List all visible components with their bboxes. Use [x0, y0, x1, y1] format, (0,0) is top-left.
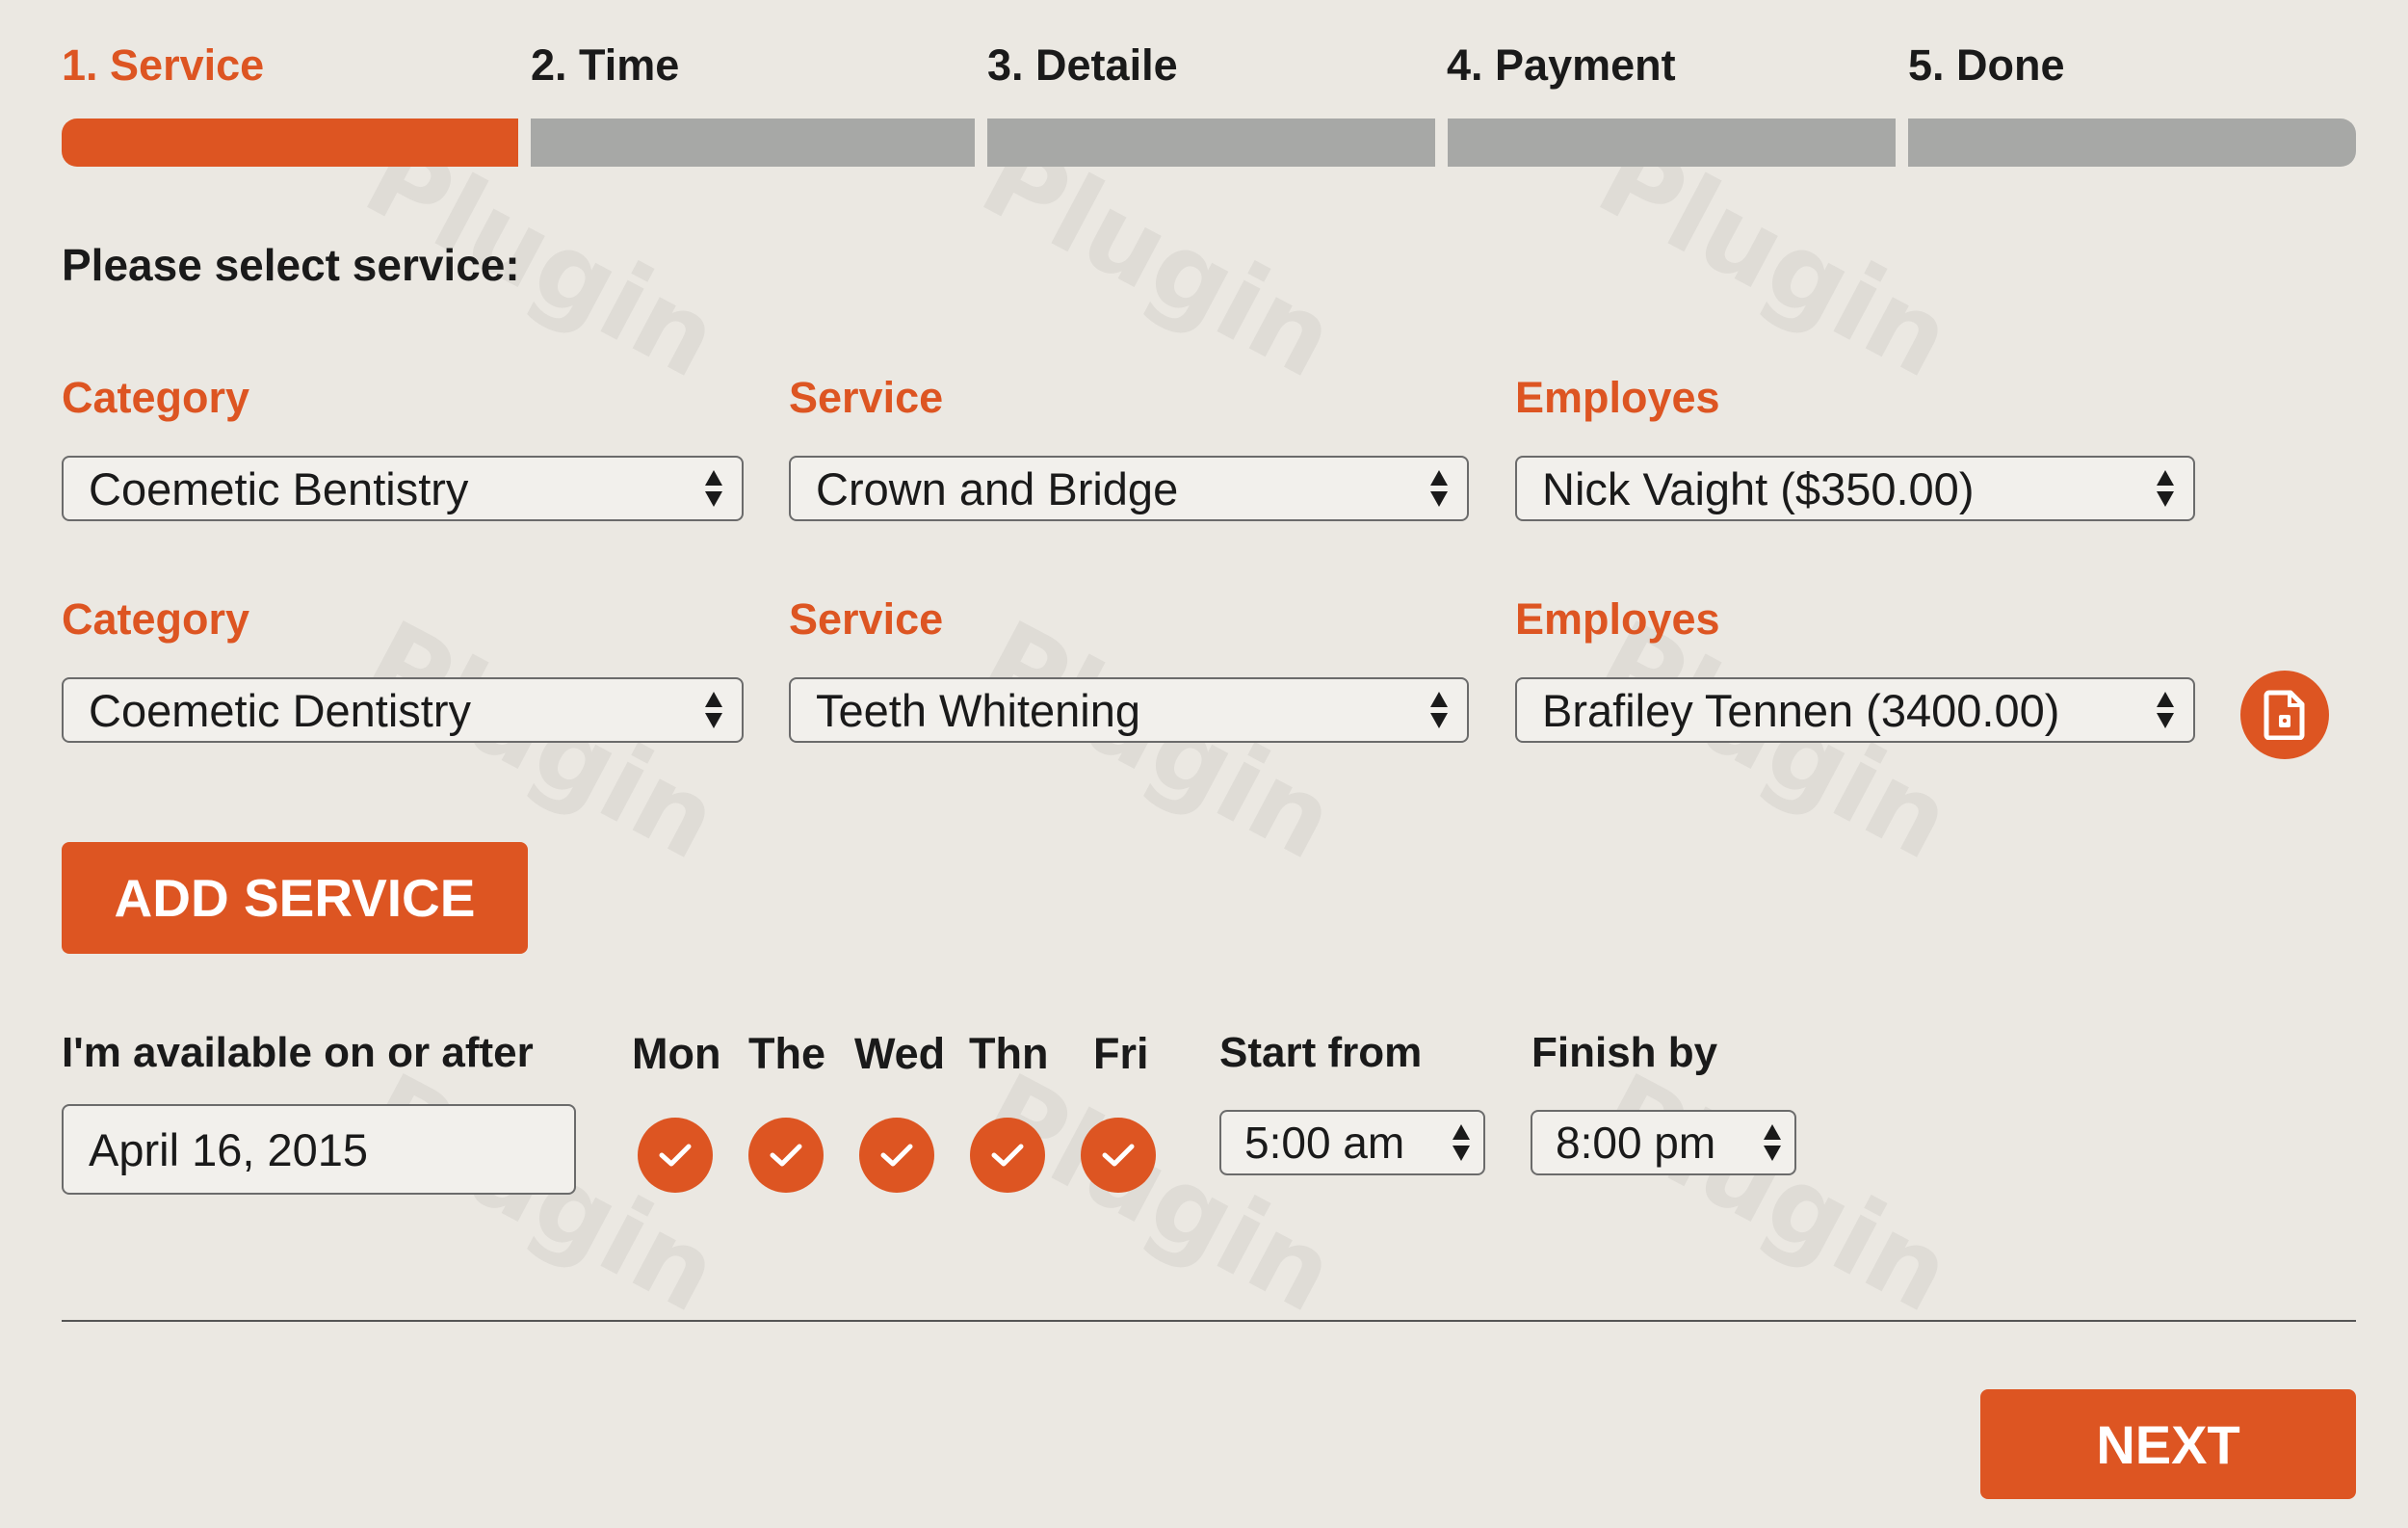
- checkmark-icon: [991, 1144, 1024, 1167]
- service-select[interactable]: Teeth Whitening: [789, 677, 1469, 743]
- employee-select[interactable]: Brafiley Tennen (3400.00): [1515, 677, 2195, 743]
- employee-select[interactable]: Nick Vaight ($350.00): [1515, 456, 2195, 521]
- employee-select-value: Nick Vaight ($350.00): [1542, 462, 1975, 514]
- step-label-payment[interactable]: 4. Payment: [1447, 40, 1676, 91]
- employee-label: Employes: [1515, 373, 1720, 422]
- checkmark-icon: [1102, 1144, 1135, 1167]
- watermark: Plugin: [1579, 1050, 1971, 1336]
- select-arrows-icon: [2157, 692, 2174, 728]
- checkmark-icon: [770, 1144, 802, 1167]
- service-select-value: Crown and Bridge: [816, 462, 1179, 514]
- next-button[interactable]: NEXT: [1980, 1389, 2356, 1499]
- step-bar-payment: [1448, 119, 1896, 167]
- day-label-fri: Fri: [1093, 1029, 1149, 1078]
- finish-time-label: Finish by: [1531, 1029, 1718, 1076]
- select-arrows-icon: [1453, 1124, 1470, 1161]
- day-checkbox-wed[interactable]: [859, 1118, 934, 1193]
- checkmark-icon: [880, 1144, 913, 1167]
- category-label: Category: [62, 594, 250, 644]
- start-time-value: 5:00 am: [1244, 1118, 1405, 1168]
- select-arrows-icon: [1764, 1124, 1781, 1161]
- checkmark-icon: [659, 1144, 692, 1167]
- section-title: Please select service:: [62, 240, 520, 290]
- day-checkbox-tue[interactable]: [748, 1118, 824, 1193]
- category-select[interactable]: Coemetic Dentistry: [62, 677, 744, 743]
- remove-service-button[interactable]: [2240, 671, 2329, 759]
- finish-time-select[interactable]: 8:00 pm: [1531, 1110, 1796, 1175]
- step-bar-details: [987, 119, 1435, 167]
- service-select-value: Teeth Whitening: [816, 684, 1141, 736]
- select-arrows-icon: [2157, 470, 2174, 507]
- select-arrows-icon: [1430, 692, 1448, 728]
- employee-label: Employes: [1515, 594, 1720, 644]
- day-label-tue: The: [748, 1029, 826, 1078]
- date-input[interactable]: April 16, 2015: [62, 1104, 576, 1195]
- watermark: Plugin: [962, 1050, 1354, 1336]
- day-checkbox-mon[interactable]: [638, 1118, 713, 1193]
- day-checkbox-fri[interactable]: [1081, 1118, 1156, 1193]
- document-remove-icon: [2264, 690, 2305, 740]
- category-label: Category: [62, 373, 250, 422]
- step-label-service[interactable]: 1. Service: [62, 40, 264, 91]
- divider: [62, 1320, 2356, 1322]
- category-select[interactable]: Coemetic Bentistry: [62, 456, 744, 521]
- availability-label: I'm available on or after: [62, 1029, 534, 1076]
- day-label-wed: Wed: [854, 1029, 946, 1078]
- service-select[interactable]: Crown and Bridge: [789, 456, 1469, 521]
- select-arrows-icon: [705, 470, 722, 507]
- select-arrows-icon: [705, 692, 722, 728]
- start-time-select[interactable]: 5:00 am: [1219, 1110, 1485, 1175]
- day-checkbox-thu[interactable]: [970, 1118, 1045, 1193]
- category-select-value: Coemetic Bentistry: [89, 462, 469, 514]
- step-label-done[interactable]: 5. Done: [1908, 40, 2065, 91]
- day-label-thu: Thn: [969, 1029, 1049, 1078]
- step-bar-service: [62, 119, 518, 167]
- date-input-value: April 16, 2015: [89, 1123, 369, 1175]
- step-label-time[interactable]: 2. Time: [531, 40, 679, 91]
- service-label: Service: [789, 373, 944, 422]
- employee-select-value: Brafiley Tennen (3400.00): [1542, 684, 2060, 736]
- add-service-button[interactable]: ADD SERVICE: [62, 842, 528, 954]
- day-label-mon: Mon: [632, 1029, 721, 1078]
- category-select-value: Coemetic Dentistry: [89, 684, 471, 736]
- finish-time-value: 8:00 pm: [1556, 1118, 1716, 1168]
- step-bar-done: [1908, 119, 2356, 167]
- step-label-details[interactable]: 3. Detaile: [987, 40, 1178, 91]
- service-label: Service: [789, 594, 944, 644]
- select-arrows-icon: [1430, 470, 1448, 507]
- step-bar-time: [531, 119, 975, 167]
- start-time-label: Start from: [1219, 1029, 1423, 1076]
